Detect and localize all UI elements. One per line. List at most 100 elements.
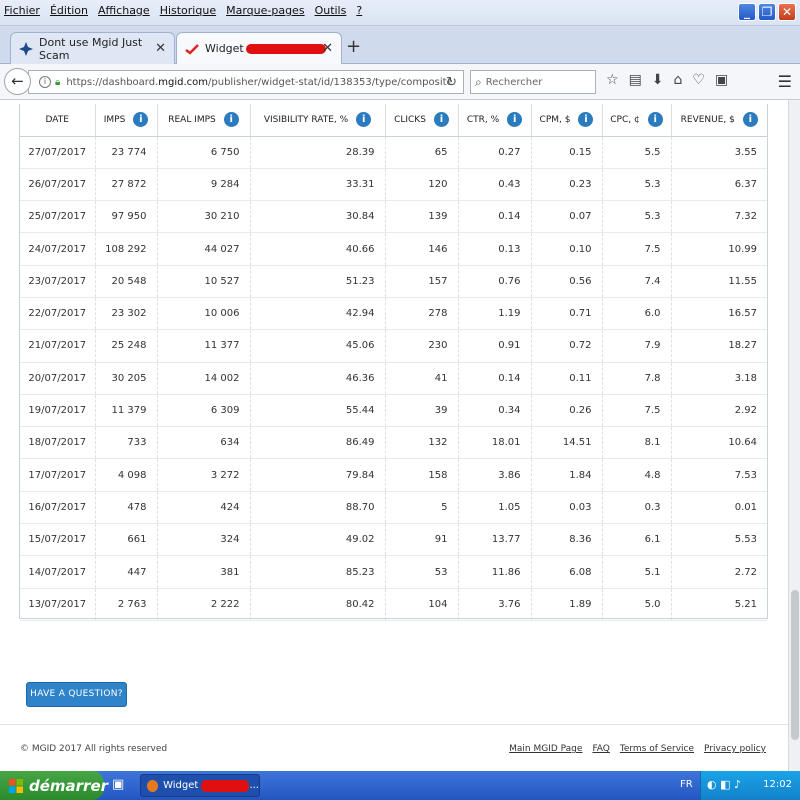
table-cell: 0.43	[458, 168, 532, 202]
close-tab-icon[interactable]: ✕	[155, 41, 166, 56]
extension-icon[interactable]: ▣	[715, 72, 728, 88]
tray-icons[interactable]: ◐ ◧ ♪	[707, 778, 741, 791]
reading-list-icon[interactable]: ▤	[629, 72, 642, 88]
table-cell: 7.4	[602, 265, 672, 298]
table-cell: 1.84	[531, 458, 603, 492]
table-cell: 381	[157, 555, 251, 589]
col-cpm[interactable]: CPM, $ i	[531, 104, 603, 137]
taskbar-firefox-window[interactable]: Widget ...	[140, 774, 260, 797]
scrollbar-thumb[interactable]	[791, 590, 799, 740]
table-cell: 24/07/2017	[20, 232, 96, 266]
table-row: 23/07/2017 20 548 10 527 51.23 157 0.76 0.56 7.…	[20, 265, 767, 298]
page-footer: © MGID 2017 All rights reserved Main MGI…	[0, 724, 788, 771]
minimize-button[interactable]: _	[738, 3, 756, 21]
menu-icon[interactable]: ☰	[778, 72, 792, 91]
menu-item[interactable]: Édition	[50, 4, 88, 17]
start-button[interactable]: démarrer	[0, 771, 108, 800]
table-cell: 478	[95, 491, 158, 525]
tab-label: Widget	[205, 42, 244, 55]
table-cell: 132	[385, 426, 459, 460]
system-tray: ◐ ◧ ♪ 12:02	[700, 771, 800, 800]
table-cell: 27 872	[95, 168, 158, 202]
table-cell: 80.42	[250, 588, 386, 621]
bookmark-star-icon[interactable]: ☆	[606, 72, 619, 88]
footer-link-main[interactable]: Main MGID Page	[509, 744, 582, 754]
table-cell: 0.3	[602, 491, 672, 525]
search-input[interactable]: ⌕ Rechercher	[470, 70, 596, 94]
col-visibility-rate[interactable]: VISIBILITY RATE, % i	[250, 104, 386, 137]
tab-widget[interactable]: Widget ✕	[176, 32, 342, 64]
table-row: 25/07/2017 97 950 30 210 30.84 139 0.14 0.07 5.…	[20, 200, 767, 234]
table-cell: 5.3	[602, 168, 672, 202]
table-cell: 0.72	[531, 329, 603, 363]
table-cell: 3.76	[458, 588, 532, 621]
menu-item[interactable]: Affichage	[98, 4, 150, 17]
download-icon[interactable]: ⬇	[652, 72, 664, 88]
col-clicks[interactable]: CLICKS i	[385, 104, 459, 137]
table-cell: 17/07/2017	[20, 458, 96, 492]
menu-item[interactable]: Historique	[160, 4, 216, 17]
reload-icon[interactable]: ↻	[446, 75, 457, 90]
table-cell: 16.57	[671, 297, 767, 331]
vertical-scrollbar[interactable]	[788, 100, 800, 771]
table-cell: 30 210	[157, 200, 251, 234]
pocket-icon[interactable]: ♡	[692, 72, 705, 88]
footer-link-privacy[interactable]: Privacy policy	[704, 744, 766, 754]
language-indicator[interactable]: FR	[680, 779, 693, 790]
info-icon[interactable]: i	[133, 112, 149, 128]
footer-link-terms[interactable]: Terms of Service	[620, 744, 694, 754]
back-button[interactable]: ←	[4, 68, 31, 95]
table-cell: 14.51	[531, 426, 603, 460]
table-cell: 14/07/2017	[20, 555, 96, 589]
col-imps[interactable]: IMPS i	[95, 104, 158, 137]
table-cell: 146	[385, 232, 459, 266]
table-cell: 46.36	[250, 362, 386, 395]
table-cell: 3.55	[671, 136, 767, 169]
table-cell: 44 027	[157, 232, 251, 266]
info-icon[interactable]: i	[433, 112, 449, 128]
maximize-button[interactable]: ❐	[758, 3, 776, 21]
table-cell: 65	[385, 136, 459, 169]
info-icon[interactable]: i	[507, 112, 523, 128]
table-cell: 51.23	[250, 265, 386, 298]
col-cpc[interactable]: CPC, ¢ i	[602, 104, 672, 137]
windows-flag-icon	[8, 778, 24, 794]
table-cell: 0.15	[531, 136, 603, 169]
have-a-question-button[interactable]: HAVE A QUESTION?	[26, 682, 127, 707]
footer-link-faq[interactable]: FAQ	[592, 744, 609, 754]
url-prefix: https://dashboard.	[66, 76, 159, 88]
col-revenue[interactable]: REVENUE, $ i	[671, 104, 767, 137]
table-cell: 10.99	[671, 232, 767, 266]
table-cell: 4 098	[95, 458, 158, 492]
menu-item[interactable]: Fichier	[4, 4, 40, 17]
tab-mgid-scam[interactable]: Dont use Mgid Just Scam ✕	[10, 32, 175, 64]
home-icon[interactable]: ⌂	[674, 72, 683, 88]
close-tab-icon[interactable]: ✕	[322, 41, 333, 56]
redaction-mark	[245, 43, 326, 54]
table-cell: 8.1	[602, 426, 672, 460]
redaction-mark	[201, 779, 250, 792]
col-date[interactable]: DATE	[20, 104, 96, 137]
window-controls: _ ❐ ✕	[738, 3, 796, 21]
menu-item[interactable]: ?	[356, 4, 362, 17]
info-icon[interactable]: i	[647, 112, 663, 128]
info-icon[interactable]: i	[223, 112, 239, 128]
info-icon[interactable]: i	[356, 112, 372, 128]
col-real-imps[interactable]: REAL IMPS i	[157, 104, 251, 137]
table-cell: 18.01	[458, 426, 532, 460]
table-row: 27/07/2017 23 774 6 750 28.39 65 0.27 0.15 5.5 3…	[20, 136, 767, 169]
menu-item[interactable]: Outils	[315, 4, 347, 17]
info-icon[interactable]: i	[578, 112, 594, 128]
menu-item[interactable]: Marque-pages	[226, 4, 304, 17]
search-icon: ⌕	[475, 74, 482, 89]
url-bar[interactable]: i 🔒︎ https://dashboard. mgid.com/publishe…	[28, 70, 464, 94]
quicklaunch-icon[interactable]: ▣	[112, 777, 124, 792]
col-ctr[interactable]: CTR, % i	[458, 104, 532, 137]
info-icon[interactable]: i	[742, 112, 758, 128]
table-body: 27/07/2017 23 774 6 750 28.39 65 0.27 0.15 5.5 3…	[20, 136, 767, 621]
close-window-button[interactable]: ✕	[778, 3, 796, 21]
info-icon[interactable]: i	[39, 76, 51, 88]
table-cell: 0.91	[458, 329, 532, 363]
table-cell: 157	[385, 265, 459, 298]
new-tab-button[interactable]: +	[346, 36, 361, 57]
